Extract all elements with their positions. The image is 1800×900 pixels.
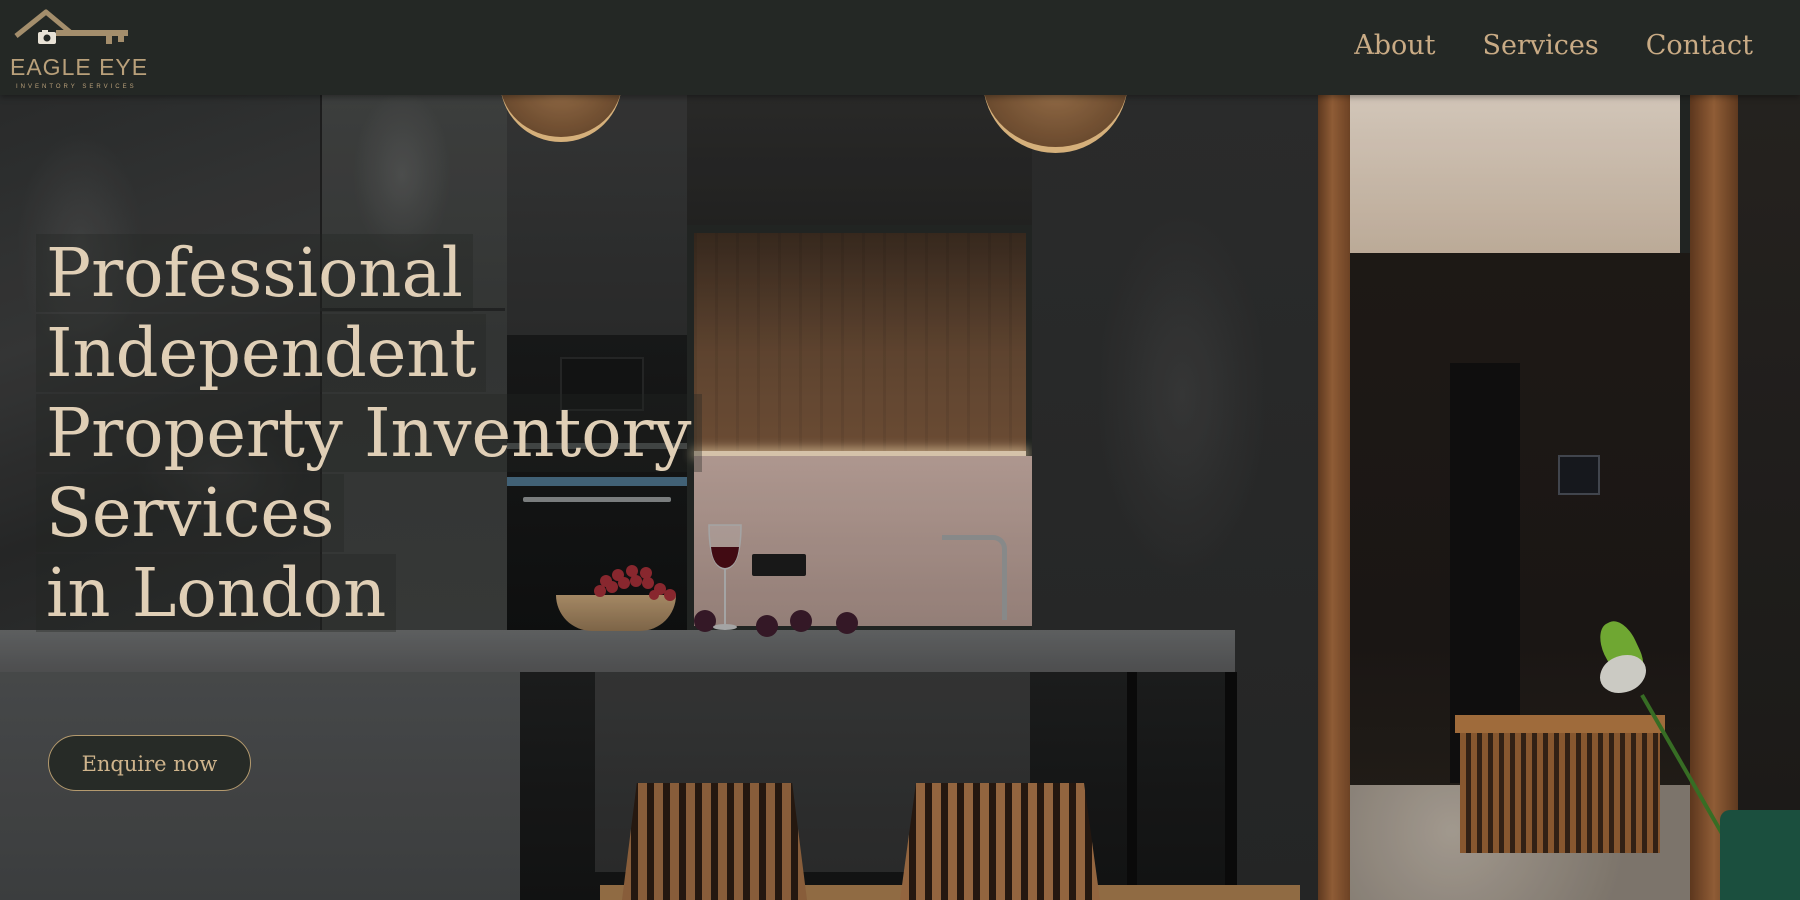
hero-title-line-3: Services	[36, 474, 345, 552]
hero-title-line-4: in London	[36, 554, 397, 632]
hero-section: Professional Independent Property Invent…	[0, 95, 1800, 900]
main-nav: About Services Contact	[1354, 26, 1753, 66]
hero-title: Professional Independent Property Invent…	[36, 233, 816, 633]
hero-title-line-2: Property Inventory	[36, 394, 702, 472]
house-key-logo-icon	[14, 9, 128, 44]
nav-link-about[interactable]: About	[1354, 26, 1435, 66]
enquire-now-button[interactable]: Enquire now	[48, 735, 251, 791]
brand-logo[interactable]: EAGLE EYE INVENTORY SERVICES	[8, 8, 147, 90]
brand-name: EAGLE EYE	[10, 54, 149, 80]
nav-link-contact[interactable]: Contact	[1646, 26, 1753, 66]
hero-title-line-1: Professional Independent	[36, 234, 487, 392]
brand-tagline: INVENTORY SERVICES	[16, 84, 137, 90]
site-header: EAGLE EYE INVENTORY SERVICES About Servi…	[0, 0, 1800, 95]
nav-link-services[interactable]: Services	[1483, 26, 1599, 66]
